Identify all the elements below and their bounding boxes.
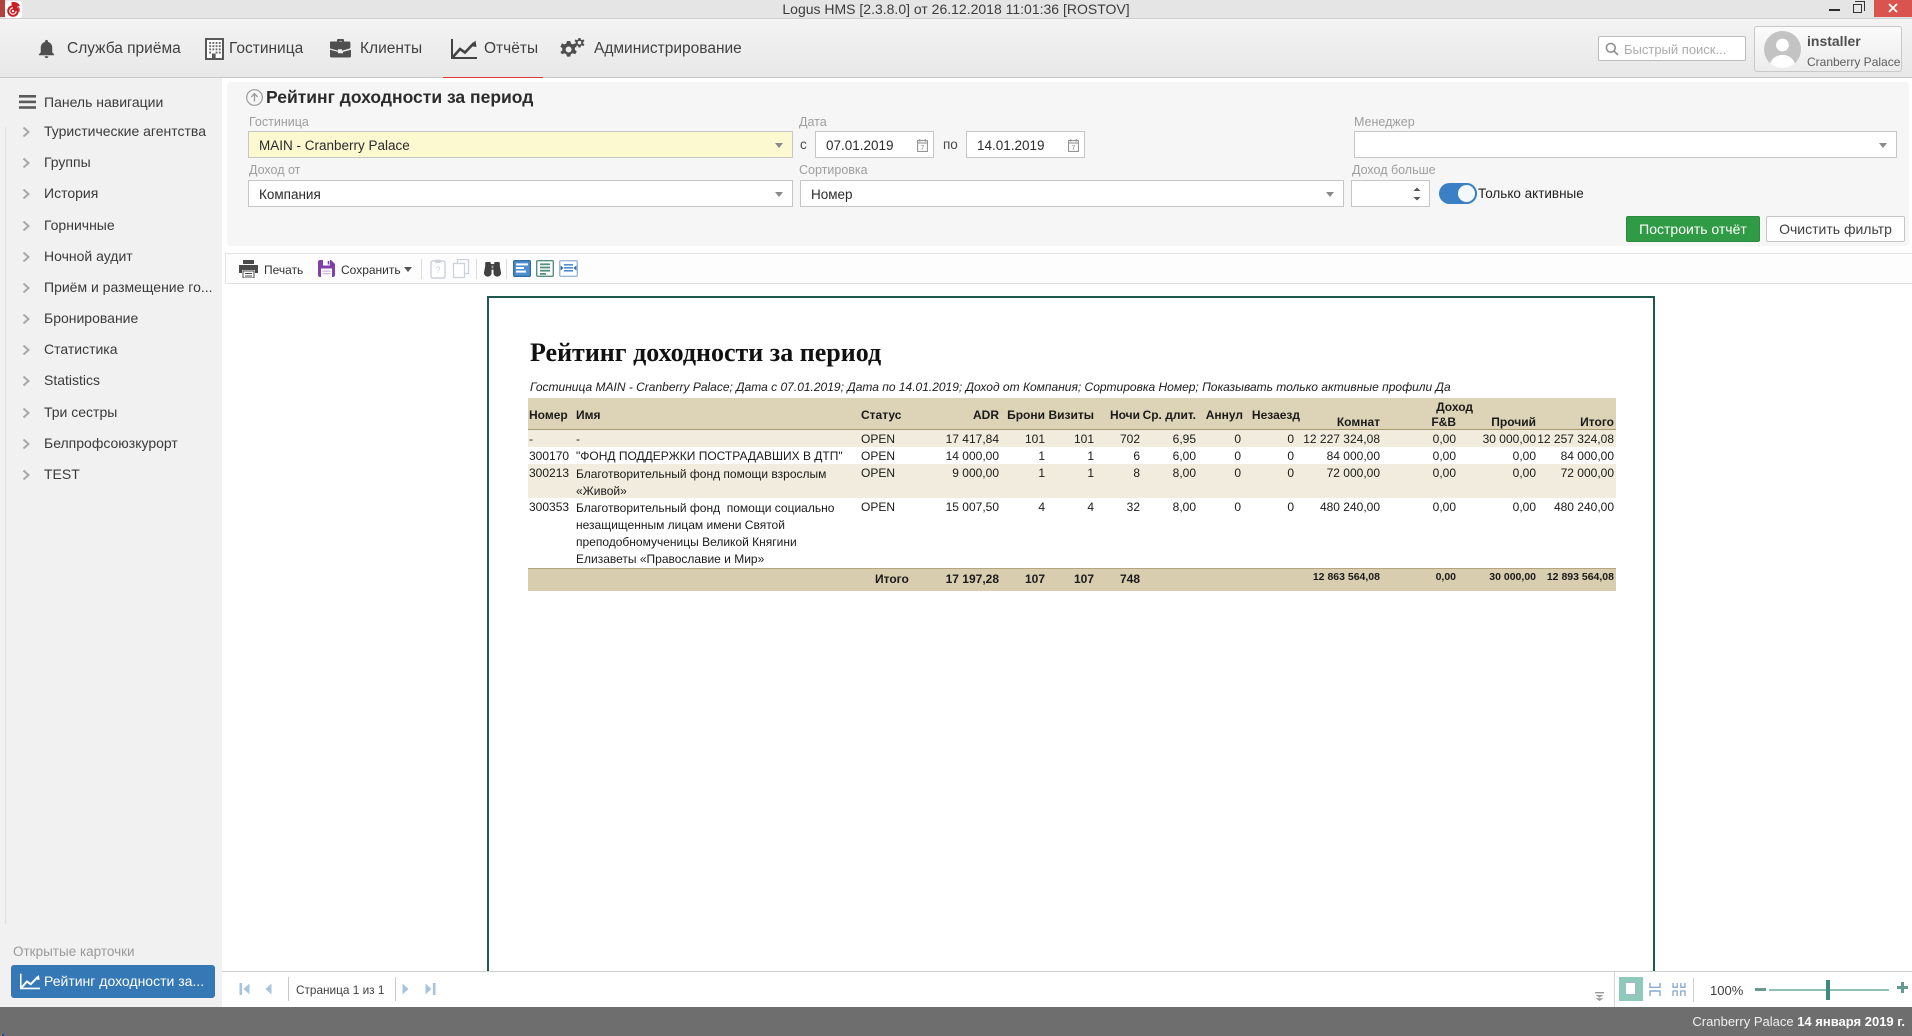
svg-text:?: ? bbox=[435, 265, 440, 275]
svg-text:7: 7 bbox=[921, 145, 925, 152]
svg-text:7: 7 bbox=[1072, 145, 1076, 152]
